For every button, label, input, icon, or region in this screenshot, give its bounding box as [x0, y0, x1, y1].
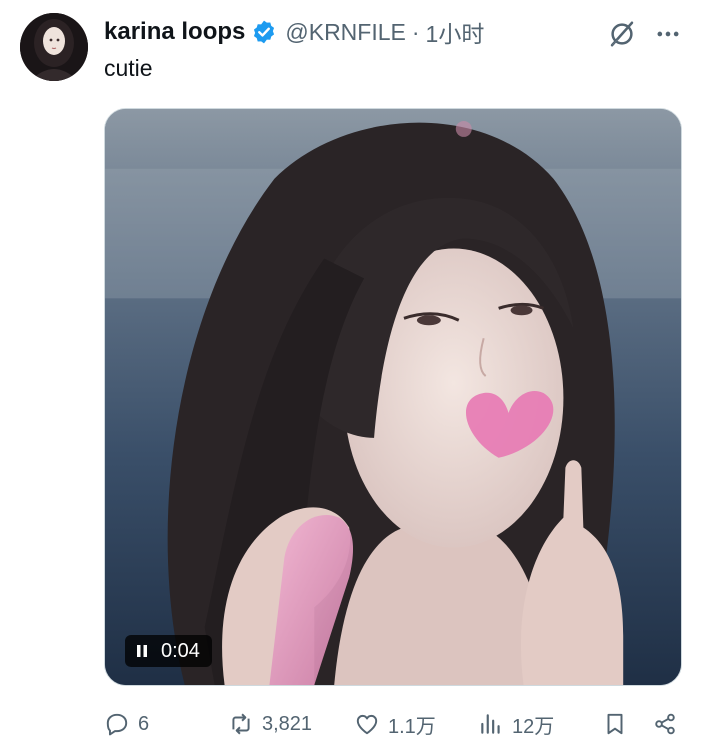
bookmark-button[interactable] — [602, 704, 628, 744]
like-button[interactable]: 1.1万 — [354, 704, 436, 744]
pause-icon[interactable] — [135, 644, 149, 658]
more-icon — [657, 31, 679, 37]
grok-icon — [610, 21, 634, 47]
bookmark-icon — [607, 713, 623, 735]
video-player[interactable]: 0:04 — [104, 108, 682, 686]
display-name[interactable]: karina loops — [104, 18, 245, 46]
reply-count: 6 — [138, 712, 150, 735]
views-icon — [481, 714, 500, 734]
reply-button[interactable]: 6 — [104, 704, 149, 744]
repost-icon — [232, 713, 250, 735]
share-button[interactable] — [652, 704, 678, 744]
repost-button[interactable]: 3,821 — [228, 704, 312, 744]
share-icon — [655, 713, 675, 735]
timer-label: 0:04 — [161, 639, 200, 662]
views-button[interactable]: 12万 — [478, 704, 554, 744]
timestamp[interactable]: 1小时 — [426, 15, 485, 49]
verified-badge-icon — [251, 19, 277, 45]
like-icon — [356, 714, 378, 735]
more-button[interactable] — [650, 16, 686, 52]
handle[interactable]: @KRNFILE — [285, 19, 405, 46]
repost-count: 3,821 — [262, 712, 313, 735]
avatar[interactable] — [20, 13, 88, 81]
tweet-text: cutie — [104, 55, 153, 81]
like-count: 1.1万 — [388, 715, 436, 738]
video-timer[interactable]: 0:04 — [125, 635, 212, 667]
avatar-image — [20, 13, 88, 81]
views-count: 12万 — [512, 715, 555, 738]
tweet-header: karina loops @KRNFILE · 1小时 — [104, 14, 484, 50]
action-bar: 6 3,821 1.1万 12万 — [104, 704, 684, 744]
separator-dot: · — [411, 18, 420, 45]
reply-icon — [106, 713, 128, 736]
video-frame — [105, 109, 681, 685]
tweet: karina loops @KRNFILE · 1小时 cutie 0:04 6… — [0, 0, 710, 754]
grok-button[interactable] — [604, 16, 640, 52]
